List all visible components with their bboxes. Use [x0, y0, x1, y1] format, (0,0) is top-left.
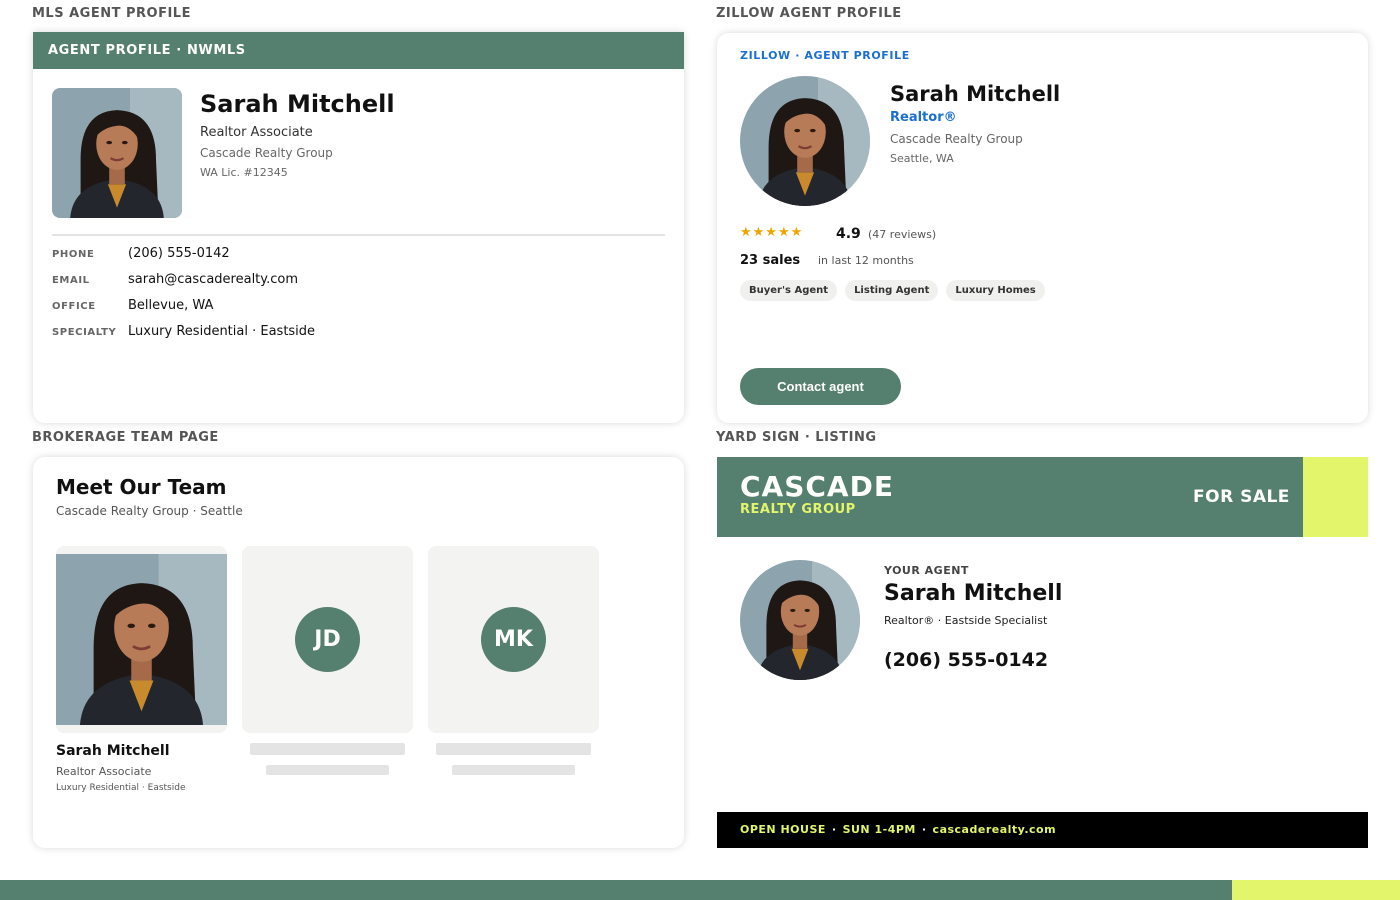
zillow-kicker: ZILLOW · AGENT PROFILE: [740, 49, 910, 62]
for-sale-label: FOR SALE: [1193, 487, 1290, 507]
contact-agent-button[interactable]: Contact agent: [740, 368, 901, 405]
agent-role: Realtor® · Eastside Specialist: [884, 614, 1048, 627]
your-agent-label: YOUR AGENT: [884, 564, 969, 577]
agent-photo: [740, 76, 870, 206]
open-house-time: SUN 1-4PM: [842, 823, 916, 836]
review-count[interactable]: (47 reviews): [868, 228, 936, 241]
avatar-initials: JD: [295, 607, 360, 672]
mls-header-bar: AGENT PROFILE · NWMLS: [33, 32, 684, 69]
skeleton-line: [266, 765, 389, 775]
website-link[interactable]: cascaderealty.com: [933, 823, 1056, 836]
team-section-label: BROKERAGE TEAM PAGE: [32, 430, 219, 445]
avatar-initials: MK: [481, 607, 546, 672]
mls-section-label: MLS AGENT PROFILE: [32, 6, 191, 21]
office-value: Bellevue, WA: [128, 298, 214, 313]
yard-section-label: YARD SIGN · LISTING: [716, 430, 877, 445]
placeholder-photo: MK: [428, 546, 599, 733]
sign-footer: OPEN HOUSE · SUN 1-4PM · cascaderealty.com: [717, 812, 1368, 848]
email-value[interactable]: sarah@cascaderealty.com: [128, 272, 298, 287]
agent-brokerage: Cascade Realty Group: [200, 146, 333, 160]
footer-separator: ·: [921, 823, 927, 836]
team-member-placeholder: JD: [242, 546, 413, 775]
footer-separator: ·: [831, 823, 837, 836]
sales-count: 23 sales: [740, 253, 801, 268]
footer-accent: [1232, 880, 1400, 900]
open-house-label: OPEN HOUSE: [740, 823, 826, 836]
agent-brokerage: Cascade Realty Group: [890, 132, 1023, 146]
realtor-badge: Realtor®: [890, 110, 957, 125]
skeleton-line: [436, 743, 591, 755]
specialty-label: SPECIALTY: [52, 327, 117, 338]
agent-city: Seattle, WA: [890, 152, 954, 165]
brand-subtitle: REALTY GROUP: [740, 502, 856, 517]
rating-value: 4.9: [836, 226, 861, 242]
agent-photo: [740, 560, 860, 680]
agent-name: Sarah Mitchell: [200, 90, 395, 118]
team-member-card[interactable]: Sarah Mitchell Realtor Associate Luxury …: [56, 546, 227, 793]
team-page-card: Meet Our Team Cascade Realty Group · Sea…: [33, 457, 684, 848]
agent-title: Realtor Associate: [200, 125, 313, 140]
sales-period: in last 12 months: [818, 254, 914, 267]
team-subheading: Cascade Realty Group · Seattle: [56, 504, 243, 518]
team-member-placeholder: MK: [428, 546, 599, 775]
agent-phone: (206) 555-0142: [884, 649, 1049, 671]
tag-listing-agent: Listing Agent: [845, 280, 939, 301]
agent-photo: [52, 88, 182, 218]
accent-block: [1303, 457, 1368, 537]
agent-name: Sarah Mitchell: [884, 581, 1063, 606]
member-specialty: Luxury Residential · Eastside: [56, 783, 186, 793]
email-label: EMAIL: [52, 275, 90, 286]
skeleton-line: [452, 765, 575, 775]
star-rating-icon: ★★★★★: [740, 225, 804, 240]
yard-sign: CASCADE REALTY GROUP FOR SALE YOUR AGENT…: [717, 457, 1368, 848]
phone-value[interactable]: (206) 555-0142: [128, 246, 230, 261]
placeholder-photo: JD: [242, 546, 413, 733]
member-name: Sarah Mitchell: [56, 743, 170, 759]
member-title: Realtor Associate: [56, 765, 152, 778]
tag-luxury-homes: Luxury Homes: [946, 280, 1045, 301]
agent-photo: [56, 546, 227, 733]
divider: [52, 234, 665, 236]
phone-label: PHONE: [52, 249, 95, 260]
skeleton-line: [250, 743, 405, 755]
tag-buyers-agent: Buyer's Agent: [740, 280, 838, 301]
office-label: OFFICE: [52, 301, 96, 312]
specialty-value: Luxury Residential · Eastside: [128, 324, 316, 339]
team-heading: Meet Our Team: [56, 475, 227, 499]
agent-name: Sarah Mitchell: [890, 82, 1061, 106]
mls-profile-card: AGENT PROFILE · NWMLS Sarah Mitchell Rea…: [33, 32, 684, 423]
specialty-tags: Buyer's Agent Listing Agent Luxury Homes: [740, 280, 1045, 301]
agent-license: WA Lic. #12345: [200, 166, 288, 179]
brand-name: CASCADE: [740, 470, 894, 503]
zillow-profile-card: ZILLOW · AGENT PROFILE Sarah Mitchell Re…: [717, 33, 1368, 423]
zillow-section-label: ZILLOW AGENT PROFILE: [716, 6, 902, 21]
footer-bar: [0, 880, 1232, 900]
